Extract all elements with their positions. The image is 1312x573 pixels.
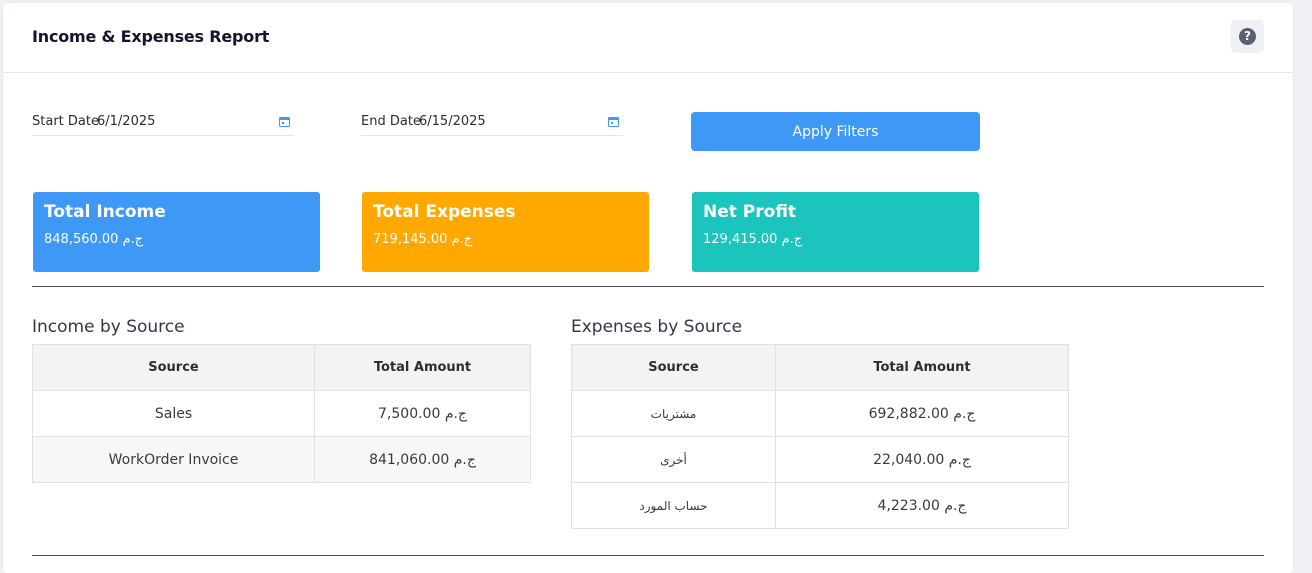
table-row: حساب المورد 4,223.00 ج.م: [571, 482, 1069, 529]
expenses-by-source-title: Expenses by Source: [571, 317, 743, 337]
help-button[interactable]: ?: [1231, 20, 1264, 53]
source-cell: مشتريات: [571, 390, 776, 437]
apply-filters-button[interactable]: Apply Filters: [691, 112, 980, 151]
source-cell: حساب المورد: [571, 482, 776, 529]
source-cell: Sales: [32, 390, 315, 437]
total-expenses-label: Total Expenses: [373, 202, 516, 222]
table-row: Sales 7,500.00 ج.م: [32, 390, 531, 437]
income-by-source-title: Income by Source: [32, 317, 185, 337]
page-title: Income & Expenses Report: [32, 27, 270, 46]
amount-cell: 692,882.00 ج.م: [775, 390, 1069, 437]
total-income-label: Total Income: [44, 202, 166, 222]
start-date-label: Start Date: [32, 114, 99, 129]
start-date-field[interactable]: Start Date 6/1/2025: [32, 111, 294, 136]
end-date-field[interactable]: End Date 6/15/2025: [361, 111, 623, 136]
end-date-value[interactable]: 6/15/2025: [419, 114, 486, 129]
table-row: WorkOrder Invoice 841,060.00 ج.م: [32, 436, 531, 483]
table-row: مشتريات 692,882.00 ج.م: [571, 390, 1069, 437]
net-profit-label: Net Profit: [703, 202, 797, 222]
income-table: Source Total Amount Sales 7,500.00 ج.م W…: [32, 344, 531, 483]
table-header-row: Source Total Amount: [571, 344, 1069, 391]
total-income-card: Total Income 848,560.00 ج.م: [33, 192, 320, 272]
amount-cell: 841,060.00 ج.م: [314, 436, 531, 483]
source-cell: WorkOrder Invoice: [32, 436, 315, 483]
divider: [32, 286, 1264, 287]
start-date-value[interactable]: 6/1/2025: [97, 114, 155, 129]
table-header-row: Source Total Amount: [32, 344, 531, 391]
calendar-icon[interactable]: [608, 116, 619, 127]
column-header: Source: [32, 344, 315, 391]
expenses-table: Source Total Amount مشتريات 692,882.00 ج…: [571, 344, 1069, 529]
net-profit-card: Net Profit 129,415.00 ج.م: [692, 192, 979, 272]
column-header: Source: [571, 344, 776, 391]
total-expenses-card: Total Expenses 719,145.00 ج.م: [362, 192, 649, 272]
divider: [32, 555, 1264, 556]
table-row: أخرى 22,040.00 ج.م: [571, 436, 1069, 483]
amount-cell: 4,223.00 ج.م: [775, 482, 1069, 529]
column-header: Total Amount: [314, 344, 531, 391]
source-cell: أخرى: [571, 436, 776, 483]
column-header: Total Amount: [775, 344, 1069, 391]
total-expenses-value: 719,145.00 ج.م: [373, 232, 473, 247]
end-date-label: End Date: [361, 114, 421, 129]
amount-cell: 7,500.00 ج.م: [314, 390, 531, 437]
net-profit-value: 129,415.00 ج.م: [703, 232, 803, 247]
card-header: Income & Expenses Report ?: [3, 3, 1293, 73]
report-card: Income & Expenses Report ? Start Date 6/…: [3, 3, 1293, 573]
calendar-icon[interactable]: [279, 116, 290, 127]
question-circle-icon: ?: [1239, 28, 1256, 45]
total-income-value: 848,560.00 ج.م: [44, 232, 144, 247]
amount-cell: 22,040.00 ج.م: [775, 436, 1069, 483]
